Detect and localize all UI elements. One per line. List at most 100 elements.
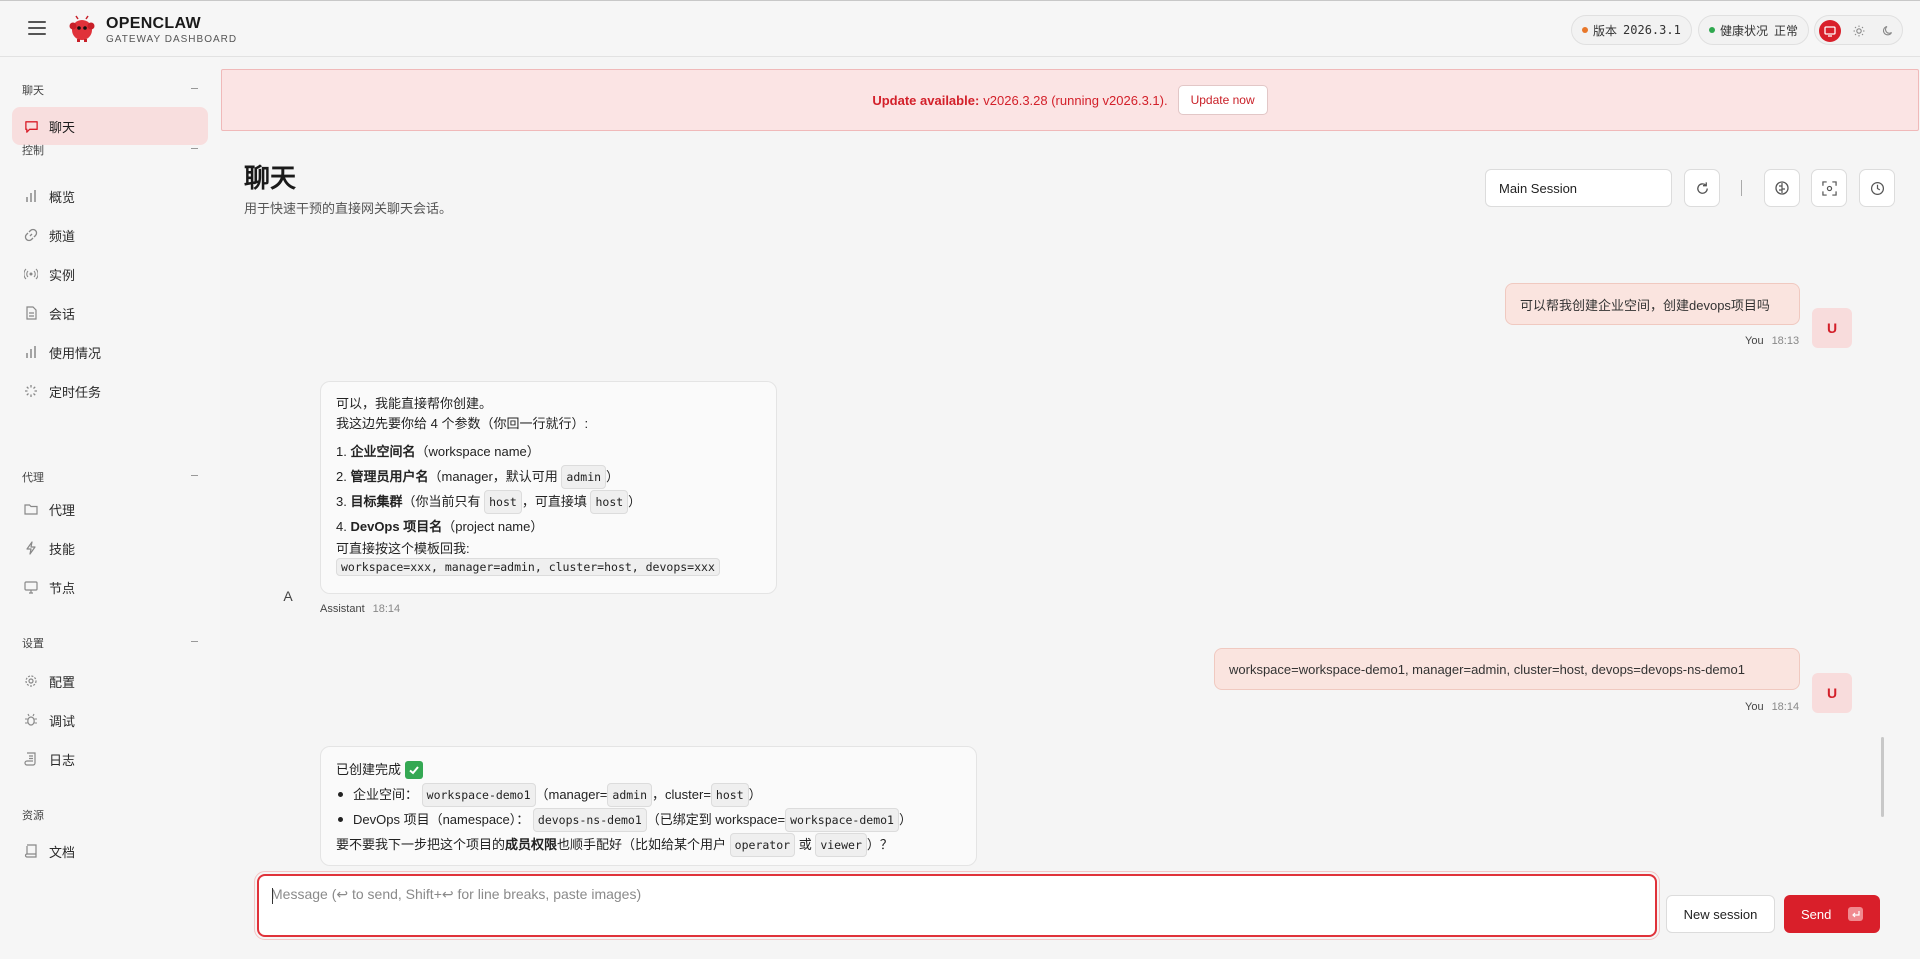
message-text: 可以帮我创建企业空间，创建devops项目吗: [1520, 297, 1770, 313]
list-item: 3. 目标集群 （你当前只有 host ，可直接填 host）: [336, 489, 761, 514]
user-message-bubble: workspace=workspace-demo1, manager=admin…: [1214, 648, 1800, 690]
sidebar-item-nodes[interactable]: 节点: [12, 568, 208, 606]
page-title: 聊天: [244, 163, 297, 193]
sidebar-item-label: 节点: [49, 580, 76, 596]
new-session-button[interactable]: New session: [1666, 895, 1775, 933]
history-button[interactable]: [1859, 169, 1895, 207]
sidebar-item-logs[interactable]: 日志: [12, 740, 208, 778]
list-text: ，可直接填: [521, 493, 587, 509]
page-subtitle: 用于快速干预的直接网关聊天会话。: [244, 201, 453, 216]
sidebar-item-chat[interactable]: 聊天: [12, 107, 208, 145]
inline-code: admin: [607, 782, 653, 807]
sun-icon[interactable]: [1848, 20, 1870, 42]
version-value: 2026.3.1: [1623, 23, 1681, 37]
send-button[interactable]: Send: [1784, 895, 1880, 933]
monitor-theme-icon[interactable]: [1819, 20, 1841, 42]
sidebar-item-label: 日志: [49, 752, 76, 768]
inline-code: workspace-demo1: [421, 782, 536, 807]
message-text: 我这边先要你给 4 个参数（你回一行就行）:: [336, 416, 589, 431]
question-text: 要不要我下一步把这个项目的: [336, 836, 506, 852]
link-icon: [23, 227, 39, 243]
sidebar-item-docs[interactable]: 文档: [12, 832, 208, 870]
sidebar-item-label: 实例: [49, 267, 76, 283]
list-bold: DevOps 项目名: [350, 518, 443, 534]
message-author: You: [1745, 335, 1764, 347]
session-select[interactable]: Main Session: [1485, 169, 1672, 207]
bug-icon: [23, 712, 39, 728]
top-bar: OPENCLAW GATEWAY DASHBOARD 版本 2026.3.1 健…: [0, 0, 1920, 57]
list-text: （你当前只有: [402, 493, 481, 509]
book-icon: [23, 843, 39, 859]
version-badge: 版本 2026.3.1: [1571, 15, 1692, 45]
message-text: 可直接按这个模板回我:: [336, 541, 470, 556]
health-badge: 健康状况 正常: [1698, 15, 1810, 45]
done-text: 已创建完成: [336, 761, 402, 777]
list-item: 4. DevOps 项目名 （project name）: [336, 514, 761, 539]
text-cursor: [272, 888, 273, 904]
version-status-dot: [1582, 27, 1588, 33]
sidebar-item-cron[interactable]: 定时任务: [12, 372, 208, 410]
sidebar-item-label: 配置: [49, 674, 76, 690]
collapse-icon[interactable]: [191, 88, 198, 89]
brand-title: OPENCLAW: [106, 15, 201, 32]
sidebar-item-agents[interactable]: 代理: [12, 490, 208, 528]
send-label: Send: [1801, 906, 1832, 922]
message-time: 18:14: [372, 603, 401, 615]
openclaw-logo: [69, 15, 95, 42]
bullet: [338, 817, 343, 822]
message-input[interactable]: [271, 886, 1641, 926]
theme-switcher: [1814, 15, 1903, 45]
sidebar: 聊天 聊天 控制 概览 频道 实例 会话 使用情况 定时任务 代理 代理 技能: [0, 57, 220, 959]
thinking-toggle-button[interactable]: [1764, 169, 1800, 207]
user-avatar: U: [1812, 308, 1852, 348]
focus-mode-button[interactable]: [1811, 169, 1847, 207]
sidebar-item-label: 技能: [49, 541, 76, 557]
inline-code: viewer: [815, 832, 867, 857]
list-item: 企业空间： workspace-demo1 （manager= admin ，clus…: [336, 782, 961, 807]
chat-scrollbar[interactable]: [1881, 737, 1884, 817]
brand-subtitle: GATEWAY DASHBOARD: [106, 34, 238, 45]
sidebar-section-control: 控制: [22, 145, 44, 157]
version-label: 版本: [1593, 23, 1618, 38]
list-text: （manager，默认可用: [428, 468, 558, 484]
bar-chart-icon: [23, 188, 39, 204]
sidebar-item-sessions[interactable]: 会话: [12, 294, 208, 332]
loader-icon: [23, 383, 39, 399]
message-author: You: [1745, 701, 1764, 713]
sidebar-item-instances[interactable]: 实例: [12, 255, 208, 293]
moon-icon[interactable]: [1877, 20, 1899, 42]
inline-code: devops-ns-demo1: [532, 807, 647, 832]
message-meta: Assistant 18:14: [320, 603, 400, 615]
sidebar-item-channels[interactable]: 频道: [12, 216, 208, 254]
assistant-avatar: A: [283, 588, 293, 604]
sidebar-item-debug[interactable]: 调试: [12, 701, 208, 739]
collapse-icon[interactable]: [191, 148, 198, 149]
list-number: 4.: [336, 518, 347, 534]
list-text: ）: [898, 811, 912, 827]
sidebar-item-label: 定时任务: [49, 384, 102, 400]
collapse-icon[interactable]: [191, 641, 198, 642]
user-avatar: U: [1812, 673, 1852, 713]
list-text: ）: [628, 493, 642, 509]
refresh-button[interactable]: [1684, 169, 1720, 207]
sidebar-item-config[interactable]: 配置: [12, 662, 208, 700]
health-status-dot: [1709, 27, 1715, 33]
list-text: ，cluster=: [652, 786, 711, 802]
brain-icon: [1775, 181, 1789, 195]
list-number: 2.: [336, 468, 347, 484]
collapse-icon[interactable]: [191, 475, 198, 476]
sidebar-section-settings: 设置: [22, 638, 44, 650]
list-text: DevOps 项目（namespace）：: [353, 811, 530, 827]
sidebar-item-overview[interactable]: 概览: [12, 177, 208, 215]
monitor-icon: [23, 579, 39, 595]
sidebar-item-usage[interactable]: 使用情况: [12, 333, 208, 371]
list-item: 1. 企业空间名 （workspace name）: [336, 439, 761, 464]
menu-icon[interactable]: [28, 21, 46, 35]
list-bold: 目标集群: [350, 493, 403, 509]
health-label: 健康状况: [1720, 23, 1769, 38]
update-now-button[interactable]: Update now: [1177, 85, 1268, 115]
sidebar-item-skills[interactable]: 技能: [12, 529, 208, 567]
list-item: 2. 管理员用户名 （manager，默认可用 admin）: [336, 464, 761, 489]
update-banner: Update available: v2026.3.28 (running v2…: [221, 69, 1919, 131]
question-text: 或: [798, 836, 812, 852]
